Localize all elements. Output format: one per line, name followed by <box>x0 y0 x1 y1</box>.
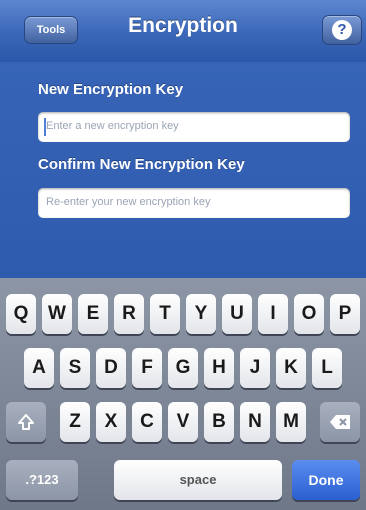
done-key[interactable]: Done <box>292 460 360 500</box>
backspace-key[interactable] <box>320 402 360 442</box>
new-key-input[interactable]: Enter a new encryption key <box>38 112 350 142</box>
confirm-key-input[interactable]: Re-enter your new encryption key <box>38 188 350 218</box>
shift-key[interactable] <box>6 402 46 442</box>
key-c[interactable]: C <box>132 402 162 442</box>
encryption-screen: Tools Encryption ? New Encryption Key En… <box>0 0 366 510</box>
key-l[interactable]: L <box>312 348 342 388</box>
onscreen-keyboard: Q W E R T Y U I O P A S D F G H J K L Z … <box>0 278 366 510</box>
backspace-icon <box>330 414 350 429</box>
help-button[interactable]: ? <box>322 15 362 45</box>
key-x[interactable]: X <box>96 402 126 442</box>
key-r[interactable]: R <box>114 294 144 334</box>
key-f[interactable]: F <box>132 348 162 388</box>
help-icon: ? <box>332 20 352 40</box>
key-z[interactable]: Z <box>60 402 90 442</box>
key-i[interactable]: I <box>258 294 288 334</box>
confirm-key-placeholder: Re-enter your new encryption key <box>46 196 211 208</box>
key-v[interactable]: V <box>168 402 198 442</box>
key-b[interactable]: B <box>204 402 234 442</box>
key-k[interactable]: K <box>276 348 306 388</box>
key-n[interactable]: N <box>240 402 270 442</box>
key-g[interactable]: G <box>168 348 198 388</box>
key-j[interactable]: J <box>240 348 270 388</box>
shift-arrow-icon <box>18 413 34 430</box>
key-m[interactable]: M <box>276 402 306 442</box>
navigation-bar: Tools Encryption ? <box>0 0 366 62</box>
confirm-key-label: Confirm New Encryption Key <box>38 156 245 173</box>
key-w[interactable]: W <box>42 294 72 334</box>
key-h[interactable]: H <box>204 348 234 388</box>
new-key-placeholder: Enter a new encryption key <box>46 120 179 132</box>
space-key[interactable]: space <box>114 460 282 500</box>
key-o[interactable]: O <box>294 294 324 334</box>
key-p[interactable]: P <box>330 294 360 334</box>
key-s[interactable]: S <box>60 348 90 388</box>
tools-button[interactable]: Tools <box>24 16 78 44</box>
key-e[interactable]: E <box>78 294 108 334</box>
page-title: Encryption <box>128 14 238 37</box>
key-q[interactable]: Q <box>6 294 36 334</box>
key-a[interactable]: A <box>24 348 54 388</box>
numbers-key[interactable]: .?123 <box>6 460 78 500</box>
key-u[interactable]: U <box>222 294 252 334</box>
key-d[interactable]: D <box>96 348 126 388</box>
key-t[interactable]: T <box>150 294 180 334</box>
key-y[interactable]: Y <box>186 294 216 334</box>
new-key-label: New Encryption Key <box>38 81 184 98</box>
